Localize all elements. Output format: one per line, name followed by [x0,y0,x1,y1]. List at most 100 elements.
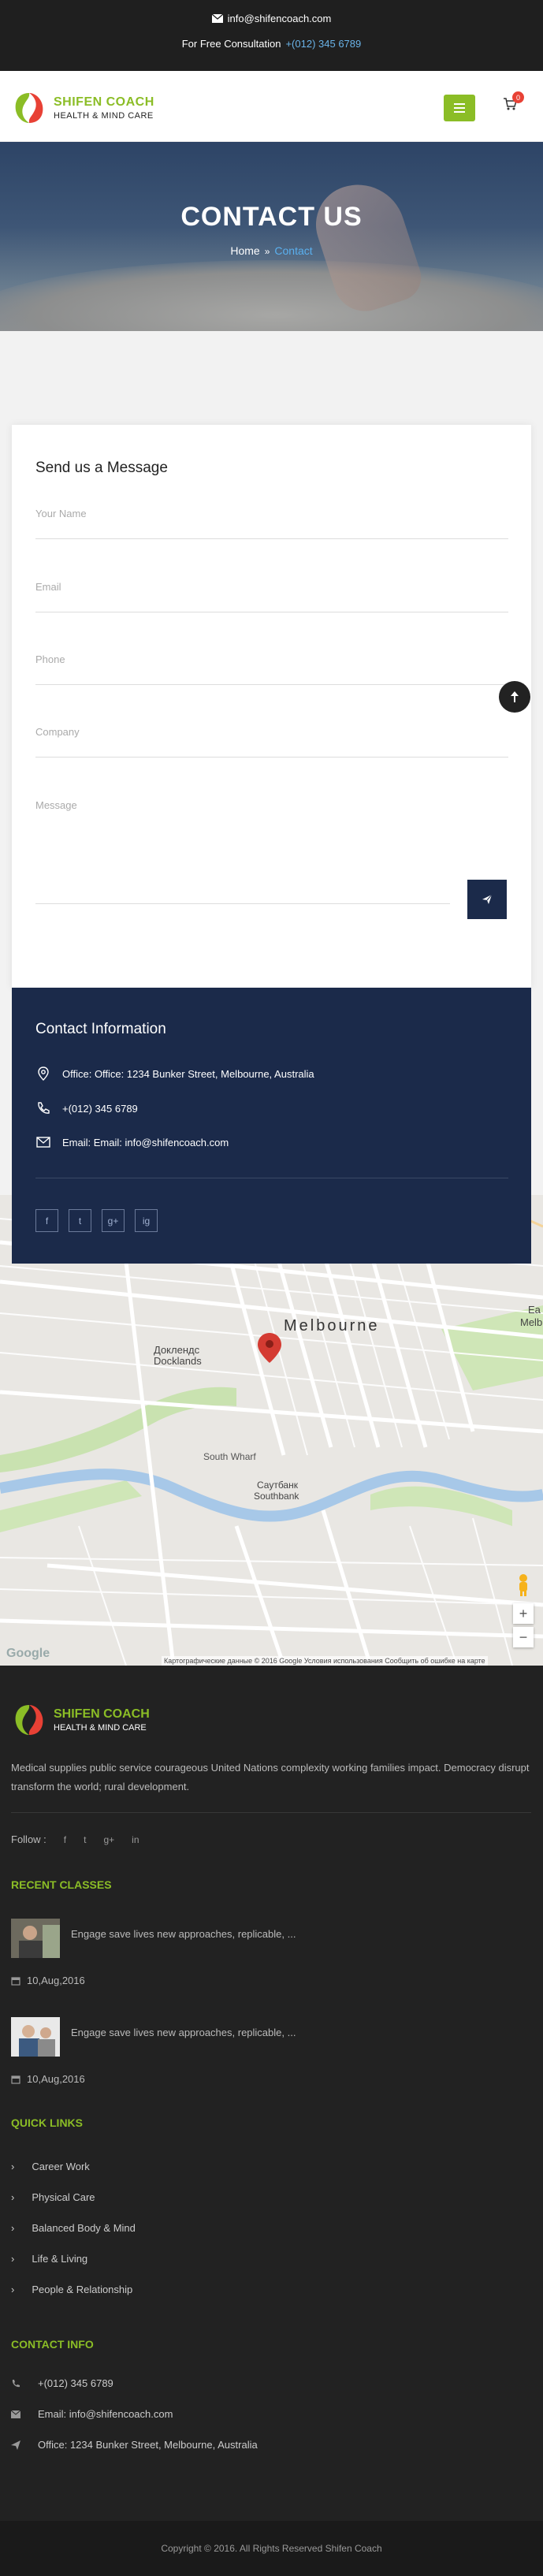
footer-logo[interactable]: SHIFEN COACH HEALTH & MIND CARE [11,1702,150,1738]
page-hero: CONTACT US Home » Contact [0,142,543,331]
quick-link[interactable]: › Career Work [11,2161,90,2172]
message-placeholder: Message [35,799,77,811]
copyright: Copyright © 2016. All Rights Reserved Sh… [0,2521,543,2576]
info-phone: +(012) 345 6789 [35,1100,138,1116]
brand-name: SHIFEN COACH [54,95,154,109]
pegman-icon[interactable] [516,1573,530,1597]
class-date-text: 10,Aug,2016 [27,2073,85,2085]
map-east-label-2: Melb [520,1316,542,1328]
quick-link[interactable]: › Balanced Body & Mind [11,2222,136,2234]
page-title: CONTACT US [180,202,363,232]
cart-count-badge: 0 [512,91,524,103]
info-office: Office: Office: 1234 Bunker Street, Melb… [35,1066,314,1081]
chevron-right-icon: › [11,2191,15,2203]
footer-phone-text[interactable]: +(012) 345 6789 [38,2377,113,2389]
breadcrumb-separator: » [264,246,270,257]
phone-field[interactable]: Phone [35,653,508,685]
footer-brand-name: SHIFEN COACH [54,1707,150,1721]
logo[interactable]: SHIFEN COACH HEALTH & MIND CARE [11,90,154,126]
phone-icon [38,1102,50,1114]
logo-mark-icon [15,93,43,123]
map[interactable]: Melbourne Доклендс Docklands South Wharf… [0,1195,543,1666]
contact-form: Send us a Message Your Name Email Phone … [12,425,531,988]
class-item[interactable]: Engage save lives new approaches, replic… [11,2017,296,2057]
quick-links-title: QUICK LINKS [11,2116,83,2129]
footer-divider [11,1812,531,1813]
footer-email-text[interactable]: Email: info@shifencoach.com [38,2408,173,2420]
name-field[interactable]: Your Name [35,508,508,539]
footer-brand-tagline: HEALTH & MIND CARE [54,1723,147,1733]
scroll-top-button[interactable] [499,681,530,713]
quick-link-label[interactable]: Balanced Body & Mind [32,2222,136,2234]
recent-classes-title: RECENT CLASSES [11,1878,112,1891]
contact-info-footer-title: CONTACT INFO [11,2338,94,2351]
company-placeholder: Company [35,726,80,738]
menu-button[interactable] [444,95,475,121]
cart-button[interactable]: 0 [503,91,524,114]
map-docklands-ru: Доклендс [154,1344,200,1356]
map-east-label: Ea [528,1304,541,1316]
footer-linkedin-icon[interactable]: in [132,1834,139,1845]
quick-link-label[interactable]: People & Relationship [32,2284,132,2295]
chevron-right-icon: › [11,2161,15,2172]
footer-twitter-icon[interactable]: t [84,1834,86,1845]
class-thumbnail [11,2017,60,2057]
map-city-label: Melbourne [284,1317,380,1335]
class-item[interactable]: Engage save lives new approaches, replic… [11,1919,296,1958]
site-header: SHIFEN COACH HEALTH & MIND CARE 0 [0,71,543,142]
google-plus-icon[interactable]: g+ [102,1209,125,1232]
calendar-icon [11,1976,20,1986]
top-bar: info@shifencoach.com For Free Consultati… [0,0,543,71]
footer-facebook-icon[interactable]: f [64,1834,66,1845]
quick-link[interactable]: › Life & Living [11,2253,87,2265]
chevron-right-icon: › [11,2253,15,2265]
footer-phone: +(012) 345 6789 [11,2377,113,2389]
breadcrumb-current: Contact [274,244,313,257]
class-date-text: 10,Aug,2016 [27,1975,85,1986]
consult-label: For Free Consultation [181,38,281,50]
class-thumbnail [11,1919,60,1958]
map-zoom-in[interactable]: + [513,1603,534,1624]
form-title: Send us a Message [35,460,168,476]
follow-label: Follow : [11,1833,46,1845]
class-text[interactable]: Engage save lives new approaches, replic… [71,2027,296,2057]
name-placeholder: Your Name [35,508,87,519]
map-google-logo: Google [6,1647,50,1660]
phone-placeholder: Phone [35,653,65,665]
quick-link[interactable]: › People & Relationship [11,2284,132,2295]
paper-plane-icon [11,2440,20,2450]
info-email: Email: Email: info@shifencoach.com [35,1134,229,1150]
arrow-up-icon [511,691,519,702]
message-field[interactable]: Message [35,799,450,904]
social-links: f t g+ ig [35,1209,158,1232]
footer-google-plus-icon[interactable]: g+ [103,1834,114,1845]
email-field[interactable]: Email [35,581,508,612]
top-email[interactable]: info@shifencoach.com [228,13,332,24]
company-field[interactable]: Company [35,726,508,758]
instagram-icon[interactable]: ig [135,1209,158,1232]
map-pin-icon [38,1067,49,1081]
footer-email: Email: info@shifencoach.com [11,2408,173,2420]
class-text[interactable]: Engage save lives new approaches, replic… [71,1928,296,1958]
quick-link[interactable]: › Physical Care [11,2191,95,2203]
info-phone-text[interactable]: +(012) 345 6789 [62,1103,138,1115]
map-credit[interactable]: Картографические данные © 2016 Google Ус… [162,1656,488,1666]
phone-icon [12,2379,20,2387]
twitter-icon[interactable]: t [69,1209,91,1232]
info-email-text[interactable]: Email: Email: info@shifencoach.com [62,1137,229,1148]
facebook-icon[interactable]: f [35,1209,58,1232]
class-date: 10,Aug,2016 [11,2073,85,2085]
map-zoom-out[interactable]: − [513,1627,534,1647]
email-placeholder: Email [35,581,61,593]
quick-link-label[interactable]: Career Work [32,2161,89,2172]
quick-link-label[interactable]: Physical Care [32,2191,95,2203]
footer-office: Office: 1234 Bunker Street, Melbourne, A… [11,2439,258,2451]
map-canvas: Melbourne Доклендс Docklands South Wharf… [0,1195,543,1666]
envelope-outline-icon [36,1137,50,1148]
breadcrumb-home[interactable]: Home [230,244,259,257]
consult-phone[interactable]: +(012) 345 6789 [285,38,361,50]
footer-office-text: Office: 1234 Bunker Street, Melbourne, A… [38,2439,258,2451]
map-southbank-ru: Саутбанк [257,1480,299,1491]
send-button[interactable] [467,880,507,919]
quick-link-label[interactable]: Life & Living [32,2253,87,2265]
